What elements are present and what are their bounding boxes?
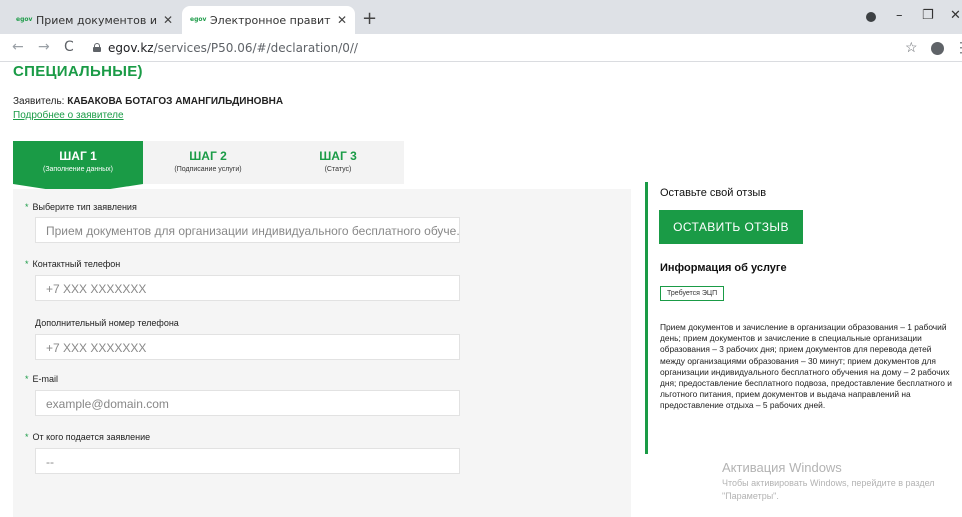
egov-favicon-icon: egov (190, 16, 207, 23)
applicant-type-label: * От кого подается заявление (25, 432, 151, 442)
applicant-type-select[interactable]: -- (35, 448, 460, 474)
service-sidebar: Оставьте свой отзыв ОСТАВИТЬ ОТЗЫВ Инфор… (645, 182, 955, 454)
url-field[interactable]: egov.kz/services/P50.06/#/declaration/0/… (108, 41, 358, 55)
close-window-button[interactable]: ✕ (950, 8, 961, 23)
eds-required-badge: Требуется ЭЦП (660, 286, 725, 301)
contact-phone-input[interactable]: +7 XXX XXXXXXX (35, 275, 460, 301)
forward-arrow-icon[interactable]: → (38, 39, 50, 55)
step-subtitle: (Статус) (324, 166, 352, 173)
lock-icon (93, 43, 101, 52)
url-host: egov.kz (108, 41, 154, 55)
page-title: СПЕЦИАЛЬНЫЕ) (13, 63, 143, 80)
email-input[interactable]: example@domain.com (35, 390, 460, 416)
tab-close-icon[interactable]: ✕ (337, 13, 347, 27)
applicant-name: КАБАКОВА БОТАГОЗ АМАНГИЛЬДИНОВНА (67, 96, 284, 107)
applicant-info: Заявитель: КАБАКОВА БОТАГОЗ АМАНГИЛЬДИНО… (13, 96, 283, 107)
tab-title: Электронное правительство Ре (210, 13, 331, 27)
steps-bar: ШАГ 1 (Заполнение данных) ШАГ 2 (Подписа… (13, 141, 404, 194)
step-1[interactable]: ШАГ 1 (Заполнение данных) (13, 141, 143, 194)
step-title: ШАГ 1 (59, 149, 97, 163)
minimize-button[interactable]: – (896, 8, 903, 23)
browser-tab-egov[interactable]: egov Электронное правительство Ре ✕ (182, 6, 355, 34)
email-label: * E-mail (25, 374, 59, 384)
watermark-title: Активация Windows (722, 460, 842, 475)
page-content: СПЕЦИАЛЬНЫЕ) Заявитель: КАБАКОВА БОТАГОЗ… (0, 62, 962, 517)
application-type-select[interactable]: Прием документов для организации индивид… (35, 217, 460, 243)
back-arrow-icon[interactable]: ← (12, 39, 24, 55)
step-title: ШАГ 3 (319, 149, 357, 163)
maximize-button[interactable]: ❐ (922, 8, 934, 23)
application-type-label: * Выберите тип заявления (25, 202, 137, 212)
browser-tab-bar: egov Прием документов и зачислен ✕ egov … (0, 0, 962, 34)
service-description: Прием документов и зачисление в организа… (660, 322, 952, 411)
leave-feedback-button[interactable]: ОСТАВИТЬ ОТЗЫВ (659, 210, 803, 244)
profile-avatar-icon[interactable] (931, 42, 944, 55)
egov-favicon-icon: egov (16, 16, 33, 23)
step-subtitle: (Подписание услуги) (174, 166, 242, 173)
address-bar: ← → C egov.kz/services/P50.06/#/declarat… (0, 34, 962, 62)
browser-tab-admission[interactable]: egov Прием документов и зачислен ✕ (8, 6, 181, 34)
contact-phone-label: * Контактный телефон (25, 259, 121, 269)
tab-close-icon[interactable]: ✕ (163, 13, 173, 27)
extra-phone-input[interactable]: +7 XXX XXXXXXX (35, 334, 460, 360)
windows-activation-watermark: Активация Windows Чтобы активировать Win… (722, 460, 952, 503)
step-2[interactable]: ШАГ 2 (Подписание услуги) (143, 141, 273, 184)
new-tab-button[interactable]: + (362, 8, 377, 29)
extra-phone-label: Дополнительный номер телефона (35, 318, 179, 328)
applicant-label: Заявитель: (13, 96, 65, 107)
tab-title: Прием документов и зачислен (36, 13, 157, 27)
bookmark-star-icon[interactable]: ☆ (905, 39, 918, 56)
applicant-details-link[interactable]: Подробнее о заявителе (13, 110, 124, 121)
application-form: * Выберите тип заявления Прием документов… (13, 189, 631, 517)
watermark-text: Чтобы активировать Windows, перейдите в … (722, 478, 935, 501)
reload-icon[interactable]: C (64, 39, 74, 55)
feedback-title: Оставьте свой отзыв (660, 187, 767, 199)
recording-indicator-icon (866, 12, 876, 22)
step-3[interactable]: ШАГ 3 (Статус) (273, 141, 403, 184)
service-info-title: Информация об услуге (660, 262, 787, 274)
step-title: ШАГ 2 (189, 149, 227, 163)
step-subtitle: (Заполнение данных) (42, 166, 113, 173)
url-path: /services/P50.06/#/declaration/0// (153, 41, 358, 55)
browser-menu-icon[interactable]: ⋮ (954, 39, 962, 56)
